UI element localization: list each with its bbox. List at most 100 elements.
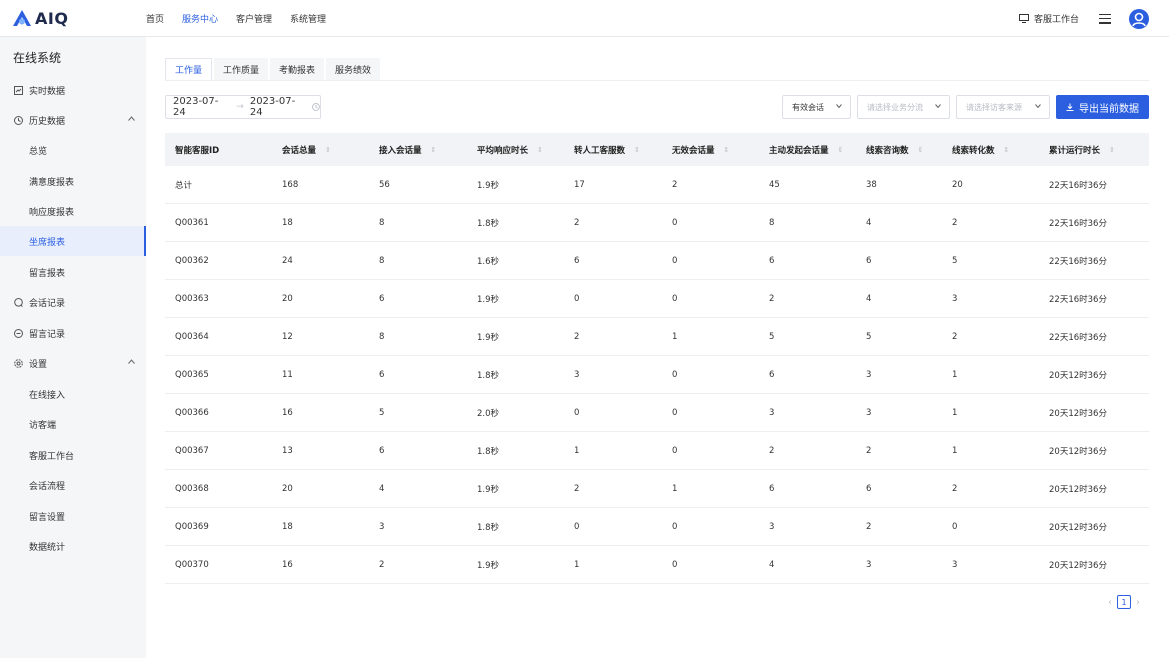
cell-avg-response-time: 1.8秒 [477,371,500,381]
sort-icon[interactable]: ⇕ [325,146,331,154]
table-row: Q00363 20 6 1.9秒 0 0 2 4 3 22天16时36分 [165,280,1149,318]
logo[interactable]: AIQ [12,8,68,28]
sidebar-item-label: 实时数据 [29,86,66,97]
cell-cumulative-runtime: 20天12时36分 [1049,447,1107,457]
cell-invalid-sessions: 1 [672,484,678,494]
table-body: 总计 168 56 1.9秒 17 2 45 38 20 22天16时36分 Q00361 18 8 1.… [165,166,1149,584]
nav-customer-management[interactable]: 客户管理 [236,12,272,25]
sort-icon[interactable]: ⇕ [724,146,730,154]
cell-lead-conversions: 3 [952,294,958,304]
cell-invalid-sessions: 0 [672,294,678,304]
chat-icon [13,297,24,308]
cell-total-sessions: 20 [282,294,293,304]
nav-system-management[interactable]: 系统管理 [290,12,326,25]
report-tabs: 工作量 工作质量 考勤报表 服务绩效 [165,58,382,80]
business-routing-select[interactable]: 请选择业务分流 [857,95,950,119]
column-header-invalid-sessions[interactable]: 无效会话量 ⇕ [672,133,729,166]
column-header-label: 主动发起会话量 [769,145,829,156]
session-type-select[interactable]: 有效会话 [782,95,851,119]
table-row: Q00361 18 8 1.8秒 2 0 8 4 2 22天16时36分 [165,204,1149,242]
export-button[interactable]: 导出当前数据 [1056,95,1149,119]
gear-icon [13,358,24,369]
tab-service-performance[interactable]: 服务绩效 [326,58,381,80]
sidebar-item-visitor-client[interactable]: 访客端 [0,409,146,439]
cell-proactive-sessions: 2 [769,446,775,456]
prev-page-icon[interactable]: ‹ [1108,597,1112,608]
sidebar-item-session-records[interactable]: 会话记录 [0,287,146,317]
cell-lead-conversions: 0 [952,522,958,532]
cell-transfer-to-human: 3 [574,370,580,380]
cell-lead-inquiries: 2 [866,522,872,532]
nav-service-center[interactable]: 服务中心 [182,12,218,25]
cell-accepted-sessions: 6 [379,446,385,456]
sidebar-item-label: 会话流程 [29,481,66,492]
sidebar-item-history-data[interactable]: 历史数据 [0,105,146,135]
column-header-avg-response-time[interactable]: 平均响应时长 ⇕ [477,133,543,166]
cell-accepted-sessions: 5 [379,408,385,418]
sidebar-item-satisfaction-report[interactable]: 满意度报表 [0,166,146,196]
sidebar-item-message-settings[interactable]: 留言设置 [0,501,146,531]
column-header-cumulative-runtime[interactable]: 累计运行时长 ⇕ [1049,133,1115,166]
cell-proactive-sessions: 5 [769,332,775,342]
cell-lead-inquiries: 3 [866,370,872,380]
sidebar-item-session-flow[interactable]: 会话流程 [0,470,146,500]
cell-proactive-sessions: 8 [769,218,775,228]
column-header-lead-conversions[interactable]: 线索转化数 ⇕ [952,133,1009,166]
sidebar-item-message-report[interactable]: 留言报表 [0,257,146,287]
column-header-label: 无效会话量 [672,145,715,156]
column-header-total-sessions[interactable]: 会话总量 ⇕ [282,133,331,166]
column-header-accepted-sessions[interactable]: 接入会话量 ⇕ [379,133,436,166]
table-row: Q00368 20 4 1.9秒 2 1 6 6 2 20天12时36分 [165,470,1149,508]
sidebar-item-settings[interactable]: 设置 [0,348,146,378]
clock-icon [312,103,320,111]
session-type-value: 有效会话 [792,102,824,112]
cell-lead-conversions: 3 [952,560,958,570]
menu-icon[interactable] [1099,13,1111,24]
cell-lead-conversions: 5 [952,256,958,266]
cell-avg-response-time: 1.9秒 [477,295,500,305]
sort-icon[interactable]: ⇕ [918,146,924,154]
sort-icon[interactable]: ⇕ [1109,146,1115,154]
sidebar-item-realtime-data[interactable]: 实时数据 [0,75,146,105]
cell-transfer-to-human: 17 [574,180,585,190]
tab-attendance-report[interactable]: 考勤报表 [270,58,325,80]
column-header-proactive-sessions[interactable]: 主动发起会话量 ⇕ [769,133,843,166]
chevron-down-icon [935,104,941,108]
cell-total-sessions: 20 [282,484,293,494]
column-header-transfer-to-human[interactable]: 转人工客服数 ⇕ [574,133,640,166]
cell-lead-inquiries: 6 [866,256,872,266]
tab-workload[interactable]: 工作量 [165,58,213,80]
workbench-link[interactable]: 客服工作台 [1018,12,1079,25]
sidebar-item-online-access[interactable]: 在线接入 [0,379,146,409]
sort-icon[interactable]: ⇕ [1004,146,1010,154]
sort-icon[interactable]: ⇕ [634,146,640,154]
avatar[interactable] [1129,8,1149,29]
nav-home[interactable]: 首页 [146,12,164,25]
cell-proactive-sessions: 2 [769,294,775,304]
cell-invalid-sessions: 0 [672,560,678,570]
sidebar-item-response-report[interactable]: 响应度报表 [0,196,146,226]
next-page-icon[interactable]: › [1136,597,1140,608]
sidebar-item-overview[interactable]: 总览 [0,135,146,165]
cell-proactive-sessions: 3 [769,408,775,418]
sort-icon[interactable]: ⇕ [537,146,543,154]
sort-icon[interactable]: ⇕ [838,146,844,154]
visitor-source-select[interactable]: 请选择访客来源 [956,95,1050,119]
sidebar-item-label: 留言报表 [29,268,66,279]
sidebar-item-message-records[interactable]: 留言记录 [0,318,146,348]
cell-avg-response-time: 1.9秒 [477,485,500,495]
page-number[interactable]: 1 [1117,595,1131,609]
date-range-picker[interactable]: 2023-07-24 → 2023-07-24 [165,95,321,119]
cell-total-sessions: 24 [282,256,293,266]
cell-invalid-sessions: 2 [672,180,678,190]
cell-agent-id: Q00368 [175,484,209,494]
cell-proactive-sessions: 6 [769,484,775,494]
sidebar-item-agent-report[interactable]: 坐席报表 [0,226,146,256]
sidebar-item-agent-workbench[interactable]: 客服工作台 [0,440,146,470]
sidebar-item-data-statistics[interactable]: 数据统计 [0,531,146,561]
column-header-lead-inquiries[interactable]: 线索咨询数 ⇕ [866,133,923,166]
cell-accepted-sessions: 6 [379,294,385,304]
sort-icon[interactable]: ⇕ [431,146,437,154]
cell-lead-inquiries: 38 [866,180,877,190]
tab-work-quality[interactable]: 工作质量 [214,58,269,80]
